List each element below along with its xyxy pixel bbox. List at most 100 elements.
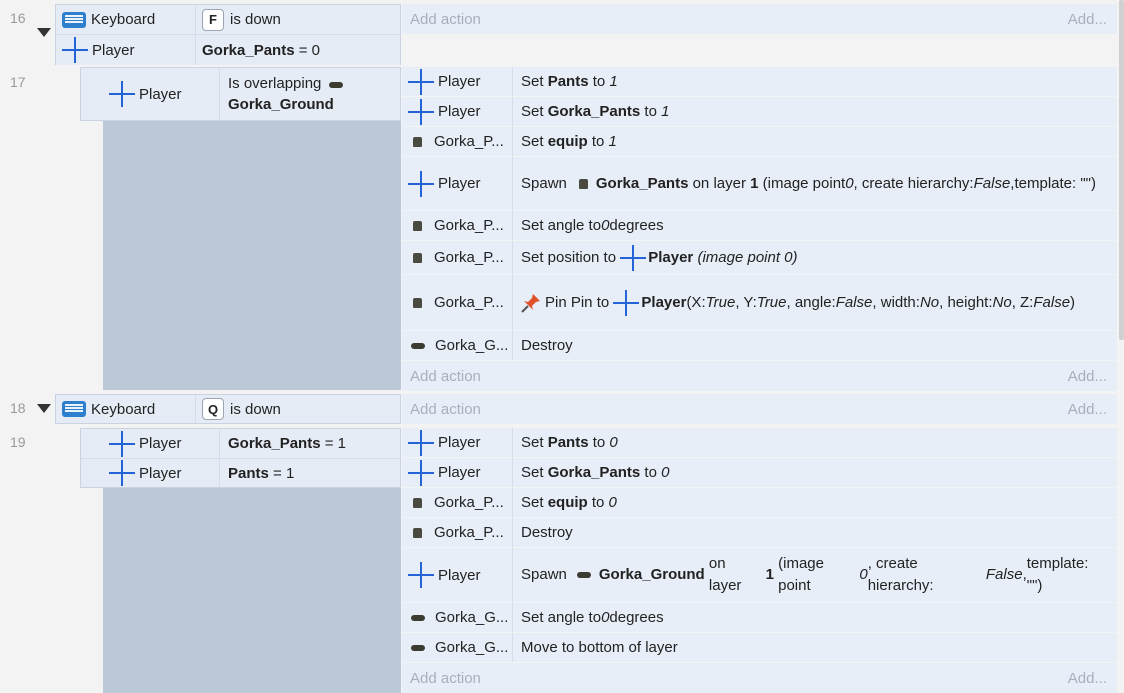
condition-label: is down (230, 400, 281, 418)
action-text: Move to bottom of layer (513, 633, 1117, 662)
add-action-link[interactable]: Add action (410, 670, 481, 687)
add-more-link[interactable]: Add... (1068, 401, 1107, 418)
event-19-conditions[interactable]: Player Gorka_Pants = 1 Player Pants = 1 (80, 428, 401, 488)
action-object: Player (402, 157, 513, 210)
action-row[interactable]: Gorka_G... Move to bottom of layer (402, 633, 1117, 663)
variable-name: Gorka_Pants (228, 435, 321, 452)
action-row[interactable]: Player Spawn Gorka_Ground on layer 1 (ima… (402, 548, 1117, 603)
action-object: Gorka_P... (402, 488, 513, 517)
object-name: Player (139, 464, 182, 482)
add-action-row[interactable]: Add action Add... (402, 4, 1117, 34)
action-row[interactable]: Player Set Pants to 0 (402, 428, 1117, 458)
action-connector: to (591, 494, 605, 511)
action-object: Gorka_P... (402, 127, 513, 156)
action-row[interactable]: Player Set Pants to 1 (402, 67, 1117, 97)
param-label: , create hierarchy: (867, 555, 934, 594)
action-row[interactable]: Gorka_P... Set position to Player (image… (402, 241, 1117, 275)
player-cross-icon (408, 562, 434, 588)
vertical-scrollbar[interactable] (1119, 0, 1124, 340)
value: 0 (601, 609, 610, 626)
object-name: Player (438, 434, 481, 451)
event-17-conditions[interactable]: Player Is overlapping Gorka_Ground (80, 67, 401, 121)
action-object: Gorka_P... (402, 211, 513, 240)
event-19-actions: Player Set Pants to 0 Player Set Gorka_P… (402, 428, 1117, 693)
action-text: Set equip to 1 (513, 127, 1117, 156)
condition-row[interactable]: Player Gorka_Pants = 0 (56, 35, 400, 65)
action-row[interactable]: Gorka_P... Set equip to 1 (402, 127, 1117, 157)
action-row[interactable]: Player Set Gorka_Pants to 0 (402, 458, 1117, 488)
condition-text: Pants = 1 (220, 459, 294, 487)
target-object: Player (648, 249, 694, 266)
action-text: Destroy (513, 331, 1117, 360)
pants-sprite-icon (413, 297, 422, 308)
condition-row[interactable]: Player Gorka_Pants = 1 (81, 429, 400, 459)
collapse-event-18-toggle[interactable] (37, 404, 51, 413)
player-cross-icon (408, 170, 434, 197)
action-object: Player (402, 67, 513, 96)
condition-row[interactable]: Keyboard F is down (56, 5, 400, 35)
value: 1 (608, 133, 617, 150)
add-action-link[interactable]: Add action (410, 11, 481, 28)
action-row[interactable]: Gorka_P... Pin Pin to Player (X: True, Y… (402, 275, 1117, 331)
event-18-conditions[interactable]: Keyboard Q is down (55, 394, 401, 424)
object-name: Player (438, 464, 481, 481)
object-name: Player (438, 566, 481, 584)
player-cross-icon (109, 81, 135, 107)
param-label: ) (1070, 293, 1076, 311)
action-row[interactable]: Player Spawn Gorka_Pants on layer 1 (imag… (402, 157, 1117, 211)
pants-sprite-icon (413, 497, 422, 508)
value: True (705, 293, 736, 311)
pin-icon (521, 293, 540, 313)
object-name: Gorka_P... (434, 249, 504, 266)
action-connector: on layer (692, 174, 746, 192)
variable-name: Pants (228, 464, 269, 482)
action-object: Gorka_P... (402, 241, 513, 274)
action-text: Spawn Gorka_Ground on layer 1 (image poin… (513, 548, 1117, 602)
condition-text: Gorka_Pants = 0 (196, 35, 320, 65)
action-row[interactable]: Gorka_P... Set angle to 0 degrees (402, 211, 1117, 241)
object-name: Keyboard (91, 400, 156, 418)
condition-row[interactable]: Player Is overlapping Gorka_Ground (81, 68, 400, 120)
action-connector: degrees (609, 217, 664, 234)
action-connector: degrees (609, 609, 664, 626)
action-row[interactable]: Player Set Gorka_Pants to 1 (402, 97, 1117, 127)
event-16-conditions[interactable]: Keyboard F is down Player Gorka_Pants = … (55, 4, 401, 65)
player-cross-icon (408, 68, 434, 95)
action-text: Destroy (513, 518, 1117, 547)
event-number-16: 16 (10, 10, 26, 26)
condition-object: Player (81, 429, 220, 458)
add-action-row[interactable]: Add action Add... (402, 663, 1117, 693)
object-name: Gorka_P... (434, 494, 504, 511)
add-more-link[interactable]: Add... (1068, 368, 1107, 385)
add-action-row[interactable]: Add action Add... (402, 361, 1117, 391)
condition-text: Q is down (196, 395, 281, 423)
add-action-row[interactable]: Add action Add... (402, 394, 1117, 424)
add-more-link[interactable]: Add... (1068, 11, 1107, 28)
value: 0 (661, 464, 670, 481)
ground-sprite-icon (411, 614, 425, 621)
action-row[interactable]: Gorka_G... Set angle to 0 degrees (402, 603, 1117, 633)
condition-object: Keyboard (56, 395, 196, 423)
action-verb: Pin Pin to (545, 293, 610, 311)
action-text: Set Pants to 0 (513, 428, 1117, 457)
add-action-link[interactable]: Add action (410, 401, 481, 418)
action-row[interactable]: Gorka_P... Destroy (402, 518, 1117, 548)
event-17-actions: Player Set Pants to 1 Player Set Gorka_P… (402, 67, 1117, 391)
collapse-event-18-toggle[interactable] (37, 28, 51, 37)
add-action-link[interactable]: Add action (410, 368, 481, 385)
action-text: Set Gorka_Pants to 1 (513, 97, 1117, 126)
ground-sprite-icon (411, 342, 425, 349)
action-connector: to (591, 133, 605, 150)
action-row[interactable]: Gorka_P... Set equip to 0 (402, 488, 1117, 518)
condition-row[interactable]: Keyboard Q is down (56, 395, 400, 423)
pants-sprite-icon (413, 220, 422, 231)
ground-sprite-icon (576, 572, 591, 578)
event-number-17: 17 (10, 74, 26, 90)
value: (image point 0) (697, 249, 798, 266)
ground-sprite-icon (329, 82, 344, 88)
add-more-link[interactable]: Add... (1068, 670, 1107, 687)
action-verb: Set (521, 133, 544, 150)
action-row[interactable]: Gorka_G... Destroy (402, 331, 1117, 361)
condition-row[interactable]: Player Pants = 1 (81, 459, 400, 487)
condition-text: Gorka_Pants = 1 (220, 429, 346, 458)
